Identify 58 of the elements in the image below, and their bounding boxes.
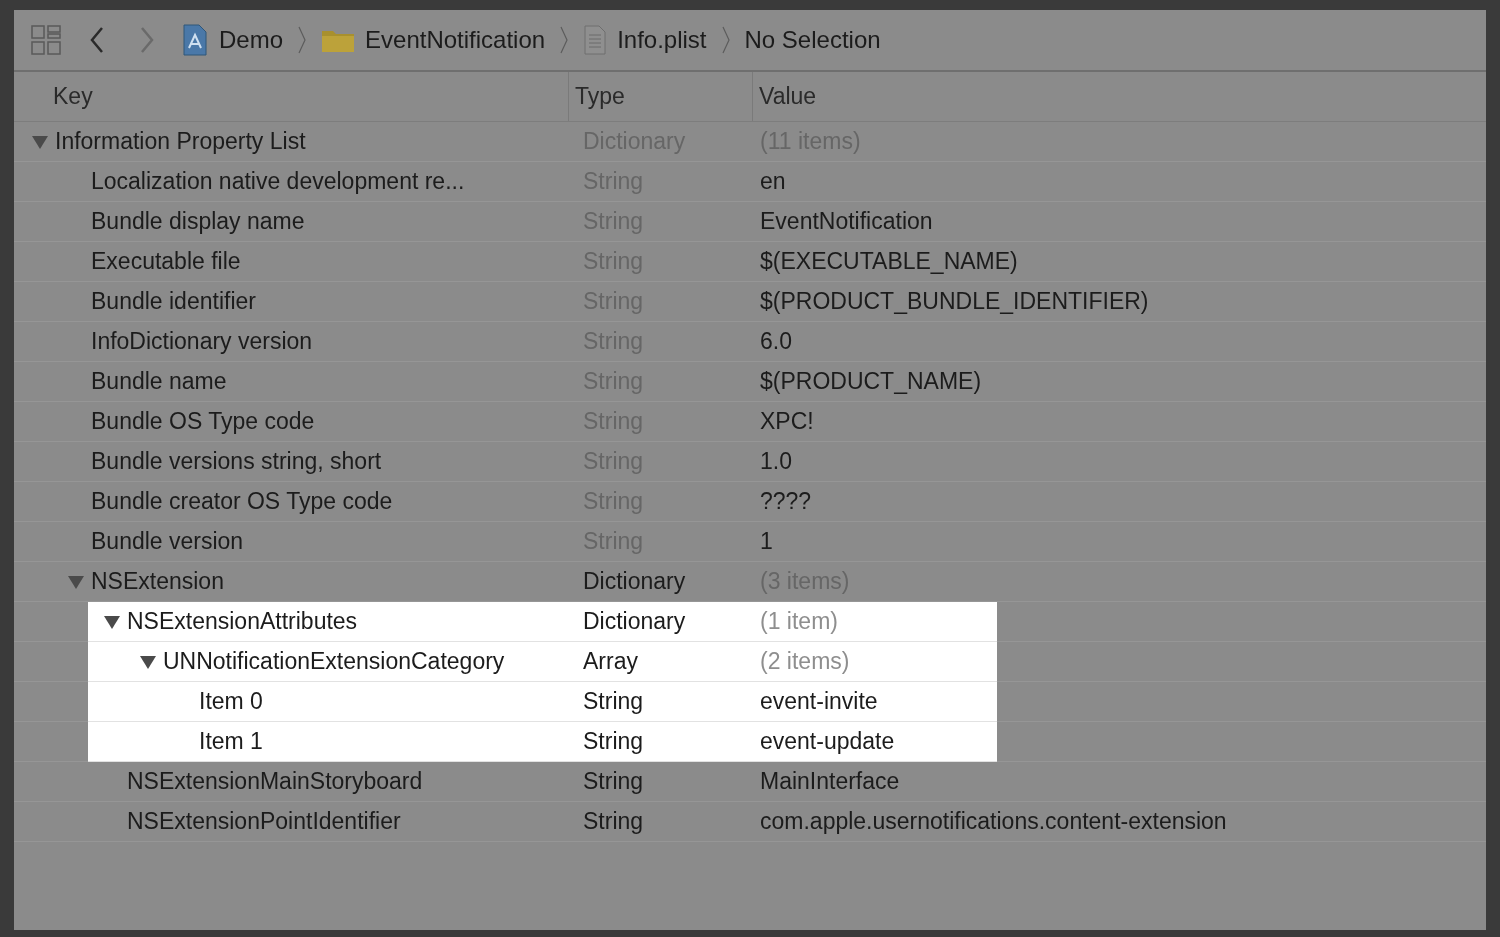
key-cell-text: NSExtensionPointIdentifier — [127, 807, 401, 837]
type-cell-text: String — [583, 767, 645, 797]
type-cell-text: String — [583, 687, 645, 717]
key-cell-text: Item 0 — [199, 687, 263, 717]
key-cell-text: Bundle OS Type code — [91, 407, 315, 437]
key-cell-text: Bundle creator OS Type code — [91, 487, 393, 517]
value-cell-text: com.apple.usernotifications.content-extension — [760, 807, 1227, 837]
value-cell-text: $(EXECUTABLE_NAME) — [760, 247, 1018, 277]
value-cell-text: en — [760, 167, 786, 197]
key-cell-text: Bundle version — [91, 527, 244, 557]
key-cell-text: Executable file — [91, 247, 241, 277]
value-cell-text: event-invite — [760, 687, 878, 717]
value-cell-text: XPC! — [760, 407, 814, 437]
app-document-icon — [181, 24, 209, 56]
value-cell-text: ???? — [760, 487, 812, 517]
value-cell-text: $(PRODUCT_BUNDLE_IDENTIFIER) — [760, 287, 1149, 317]
value-cell-text: 6.0 — [760, 327, 792, 357]
document-icon — [583, 25, 608, 55]
chevron-icon — [559, 25, 570, 55]
value-cell-text: MainInterface — [760, 767, 900, 797]
chevron-icon — [297, 25, 308, 55]
value-cell-text: (1 item) — [760, 607, 838, 637]
key-cell-text: NSExtensionMainStoryboard — [127, 767, 423, 797]
breadcrumb-item[interactable]: Info.plist — [617, 22, 707, 58]
value-cell-text: EventNotification — [760, 207, 933, 237]
key-cell-text: Bundle name — [91, 367, 227, 397]
expanded-triangle-icon[interactable] — [139, 653, 157, 670]
key-cell-text: Information Property List — [55, 127, 306, 157]
type-cell-text: Dictionary — [583, 607, 687, 637]
key-cell-text: Bundle identifier — [91, 287, 256, 317]
column-header[interactable]: Value — [753, 79, 817, 114]
value-cell-text: $(PRODUCT_NAME) — [760, 367, 982, 397]
breadcrumb-item[interactable]: EventNotification — [365, 22, 546, 58]
key-cell-text: NSExtension — [91, 567, 224, 597]
value-cell-text: event-update — [760, 727, 895, 757]
breadcrumb-item[interactable]: Demo — [219, 22, 284, 58]
key-cell-text: UNNotificationExtensionCategory — [163, 647, 505, 677]
key-cell-text: Bundle versions string, short — [91, 447, 382, 477]
type-cell-text: String — [583, 807, 645, 837]
key-cell-text: NSExtensionAttributes — [127, 607, 358, 637]
expanded-triangle-icon[interactable] — [103, 613, 121, 630]
back-icon[interactable] — [89, 26, 105, 54]
key-cell-text: Item 1 — [199, 727, 263, 757]
chevron-icon — [720, 25, 731, 55]
key-cell-text: Bundle display name — [91, 207, 305, 237]
column-header[interactable]: Key — [14, 79, 568, 114]
value-cell-text: 1 — [760, 527, 773, 557]
key-cell-text: Localization native development re... — [91, 167, 465, 197]
type-cell-text: Dictionary — [583, 567, 687, 597]
breadcrumb-item[interactable]: No Selection — [744, 22, 881, 58]
grid-icon[interactable] — [31, 25, 61, 55]
forward-icon[interactable] — [139, 26, 155, 54]
value-cell-text: (2 items) — [760, 647, 850, 677]
type-cell-text: Array — [583, 647, 639, 677]
column-header[interactable]: Type — [569, 79, 752, 114]
value-cell-text: 1.0 — [760, 447, 792, 477]
key-cell-text: InfoDictionary version — [91, 327, 313, 357]
type-cell-text: String — [583, 727, 645, 757]
